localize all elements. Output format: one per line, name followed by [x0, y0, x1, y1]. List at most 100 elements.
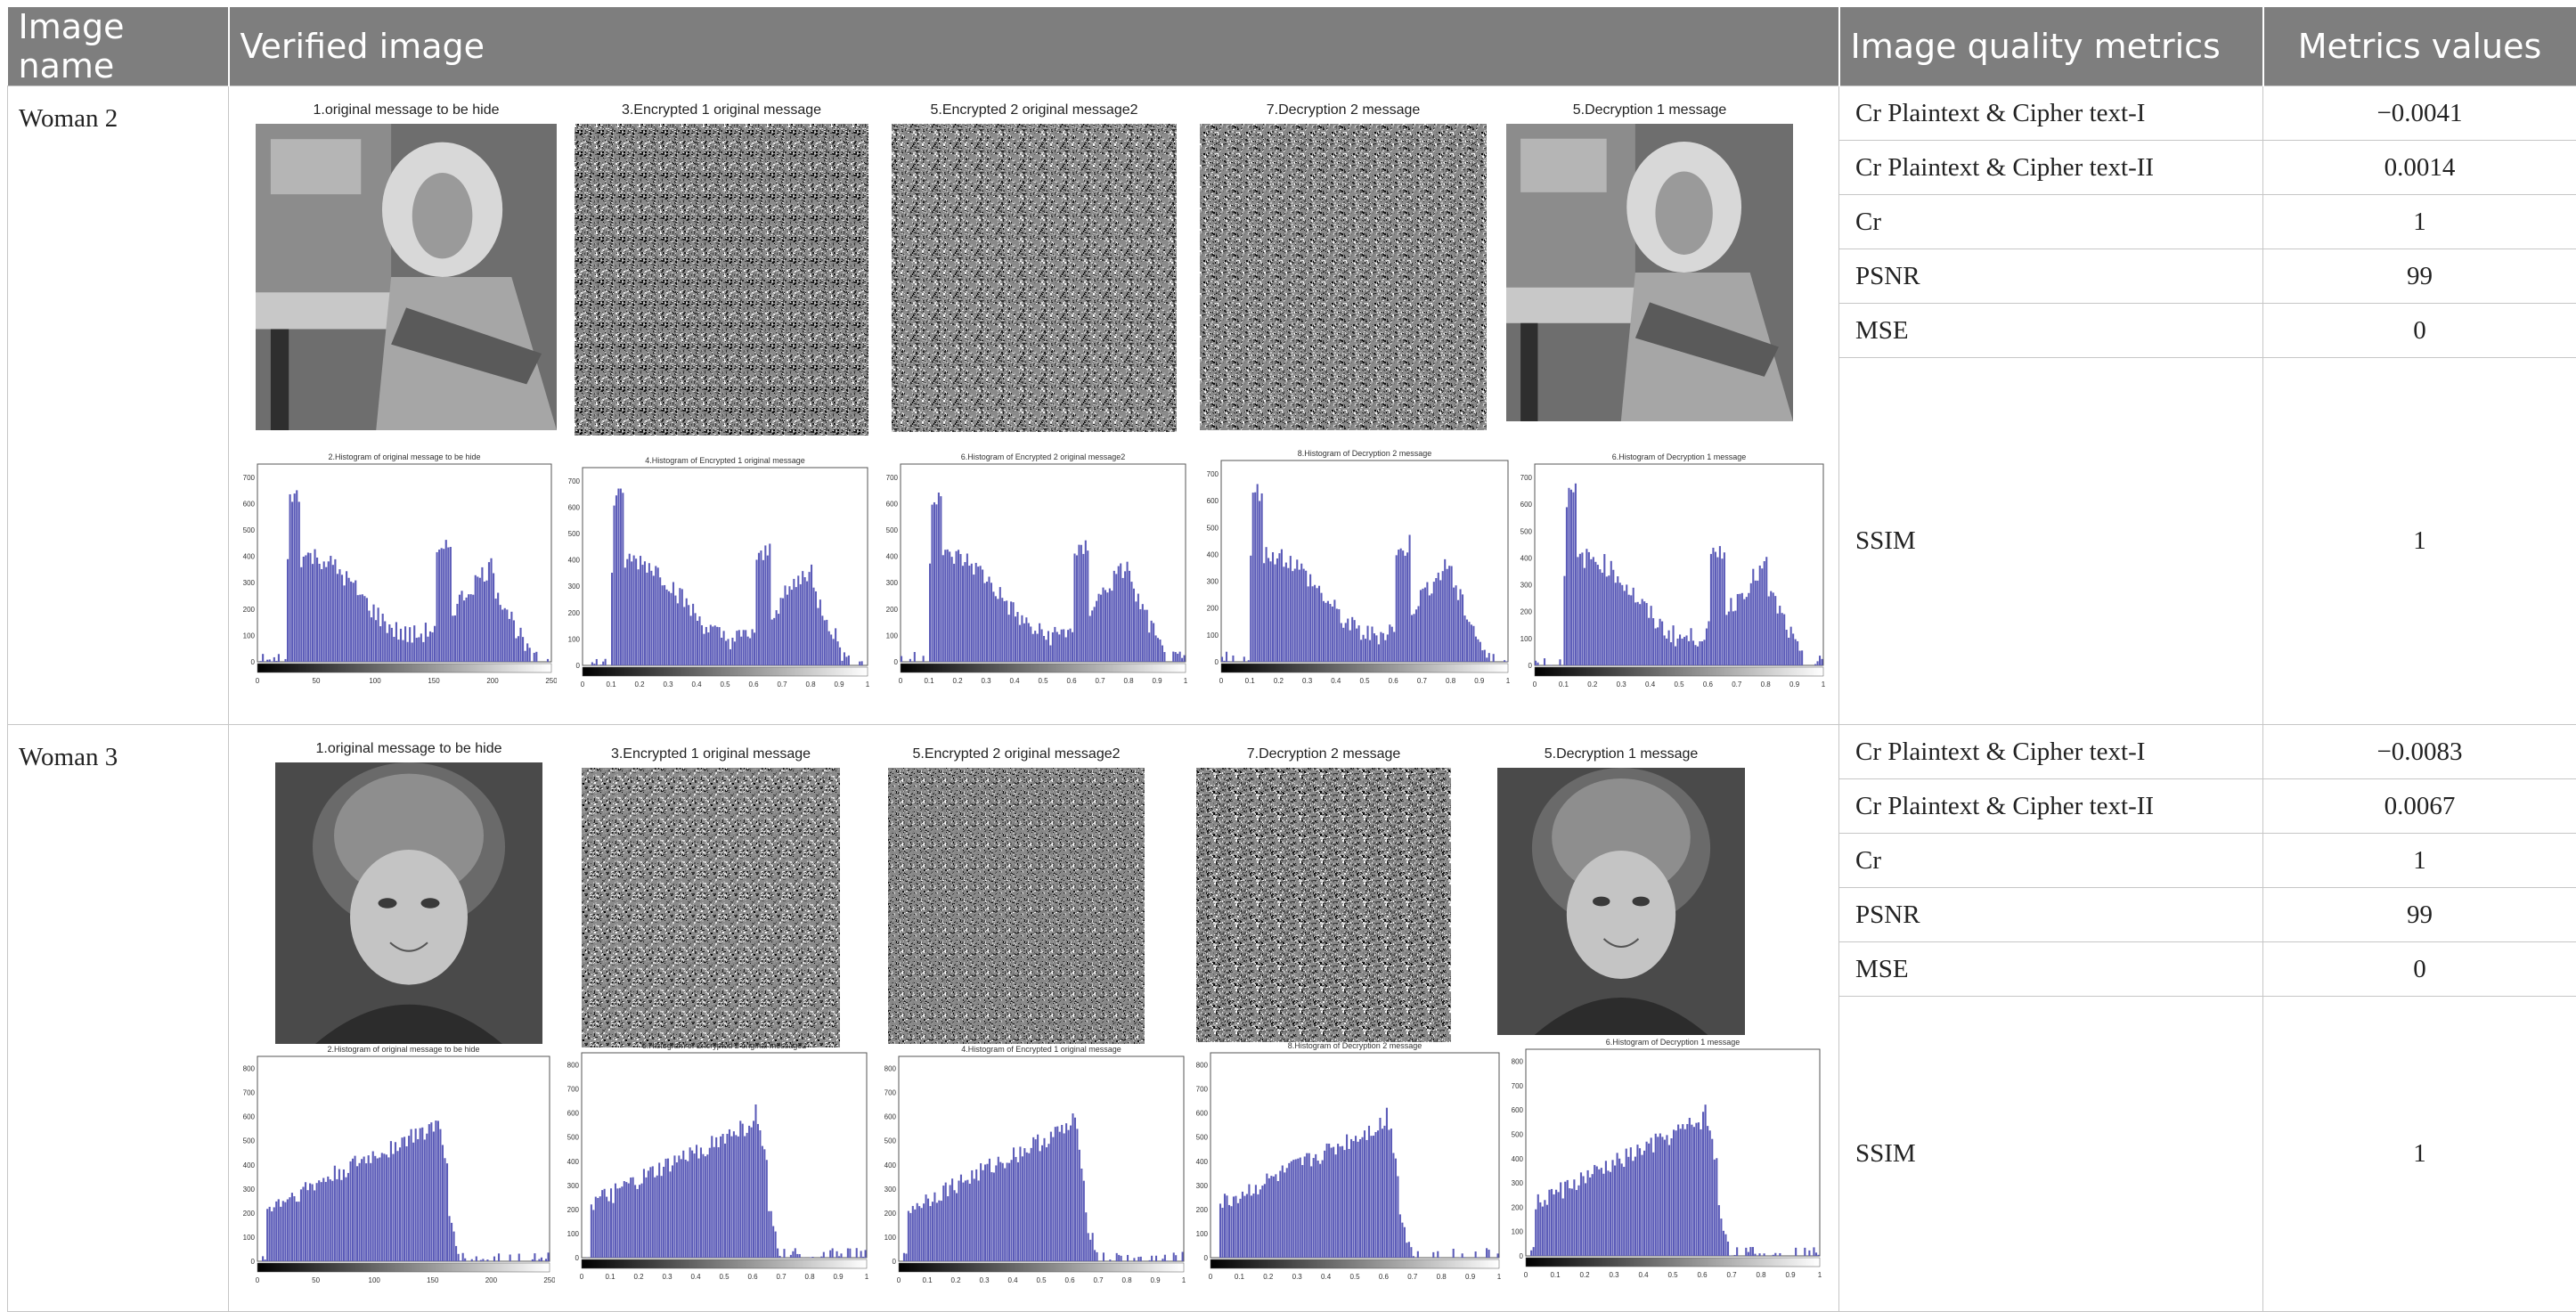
x-tick-label: 0.3 [1302, 677, 1313, 685]
histogram-bar [635, 558, 637, 665]
metric-label: SSIM [1839, 358, 2262, 723]
histogram-bar [413, 625, 415, 662]
histogram-bar [1130, 582, 1132, 662]
histogram-bar [1424, 588, 1426, 662]
histogram-bar [1621, 585, 1623, 665]
histogram-bar [1741, 593, 1743, 665]
histogram-bar [1408, 1242, 1410, 1258]
histogram-bar [1224, 1194, 1226, 1258]
histogram-bar [715, 1137, 717, 1258]
histogram-bar [1276, 558, 1278, 662]
histogram-bar [1346, 1135, 1348, 1258]
metric-label: Cr Plaintext & Cipher text-II [1839, 779, 2262, 834]
histogram-bar [739, 1120, 741, 1258]
histogram-bar [1657, 1137, 1659, 1256]
histogram-bar [1773, 592, 1774, 665]
histogram-bar [1668, 1145, 1670, 1256]
histogram-bar [1680, 1129, 1682, 1256]
histogram-bar [334, 1166, 336, 1261]
figure-panel: 3.Encrypted 1 original message [575, 102, 868, 436]
histogram-bar [975, 563, 977, 662]
histogram-bar [625, 1182, 627, 1258]
histogram-bar [982, 569, 983, 662]
histogram-bar [619, 1188, 621, 1258]
histogram-bar [1608, 575, 1610, 665]
histogram-bar [673, 1155, 675, 1258]
figure-panel: 7.Decryption 2 message [1196, 746, 1451, 1042]
histogram-bar [689, 1147, 691, 1258]
histogram-bar [638, 569, 640, 665]
x-tick-label: 0 [1209, 1273, 1213, 1281]
histogram-bar [504, 608, 506, 662]
histogram-bar [1032, 1137, 1034, 1261]
histogram-bar [1765, 557, 1767, 665]
histogram-bar [984, 583, 986, 662]
histogram-bar [490, 558, 492, 662]
histogram-bar [1363, 635, 1365, 662]
histogram-bar [1670, 642, 1672, 665]
histogram-bar [1599, 569, 1601, 665]
histogram-bar [792, 1251, 794, 1258]
histogram-bar [1257, 484, 1259, 662]
histogram-bar [1626, 1149, 1627, 1256]
histogram-bar [312, 1185, 314, 1261]
histogram-bar [1347, 618, 1349, 662]
histogram-bar [1477, 1257, 1479, 1258]
histogram-bar [1153, 623, 1154, 662]
histogram-bar [481, 567, 483, 662]
histogram-bar [824, 620, 826, 665]
metric-label: Cr Plaintext & Cipher text-I [1839, 725, 2262, 779]
encrypted-noise [575, 124, 868, 436]
histogram-bar [1049, 646, 1051, 662]
histogram-bar [1255, 1185, 1257, 1258]
histogram-bar [1011, 1160, 1013, 1261]
histogram-bar [1690, 628, 1692, 665]
histogram-bar [484, 582, 485, 662]
histogram-bar [468, 594, 469, 662]
metric-value: 0 [2263, 304, 2576, 358]
histogram-bar [986, 582, 988, 662]
histogram-bar [1567, 1180, 1569, 1256]
y-tick-label: 100 [568, 635, 581, 643]
histogram-bar [861, 661, 863, 665]
histogram-bar [307, 1190, 309, 1261]
histogram-bar [1643, 601, 1645, 665]
histogram-bar [1636, 1145, 1638, 1256]
x-tick-label: 0.7 [1095, 677, 1105, 685]
y-tick-label: 400 [1207, 550, 1219, 558]
histogram-bar [691, 1151, 693, 1258]
metric-value: 0 [2263, 942, 2576, 997]
histogram-bar [1779, 606, 1781, 665]
histogram-bar [1585, 1183, 1586, 1256]
histogram-bar [1070, 1126, 1072, 1261]
histogram-bar [534, 1253, 535, 1261]
histogram-bar [978, 1180, 980, 1261]
histogram-bar [343, 585, 345, 662]
histogram-bar [591, 662, 593, 665]
histogram-bar [1596, 1167, 1598, 1256]
histogram-bar [1413, 1256, 1414, 1258]
histogram-bar [1415, 609, 1417, 662]
histogram-bar [1795, 640, 1797, 665]
histogram-bar [1237, 1203, 1239, 1258]
metric-value: 1 [2263, 834, 2576, 888]
histogram-bar [1028, 623, 1030, 662]
histogram-bar [1463, 1257, 1465, 1258]
histogram-bar [1091, 610, 1093, 662]
histogram-bar [1221, 1208, 1223, 1258]
histogram-bar [278, 654, 280, 662]
histogram-title: 8.Histogram of Decryption 2 message [1298, 449, 1432, 458]
histogram-bar [1006, 600, 1007, 662]
histogram-bar [1488, 653, 1490, 662]
histogram-bar [705, 1156, 706, 1258]
histogram-bar [451, 1223, 452, 1261]
histogram-bar [1292, 1160, 1294, 1258]
histogram-bar [599, 1196, 601, 1258]
histogram-bar [1417, 606, 1419, 662]
histogram-bar [411, 1129, 412, 1261]
histogram-bar [412, 642, 413, 662]
histogram-bar [856, 1248, 858, 1258]
histogram-bar [363, 1157, 365, 1261]
x-tick-label: 0.6 [1066, 677, 1077, 685]
histogram-bar [1279, 1171, 1281, 1258]
